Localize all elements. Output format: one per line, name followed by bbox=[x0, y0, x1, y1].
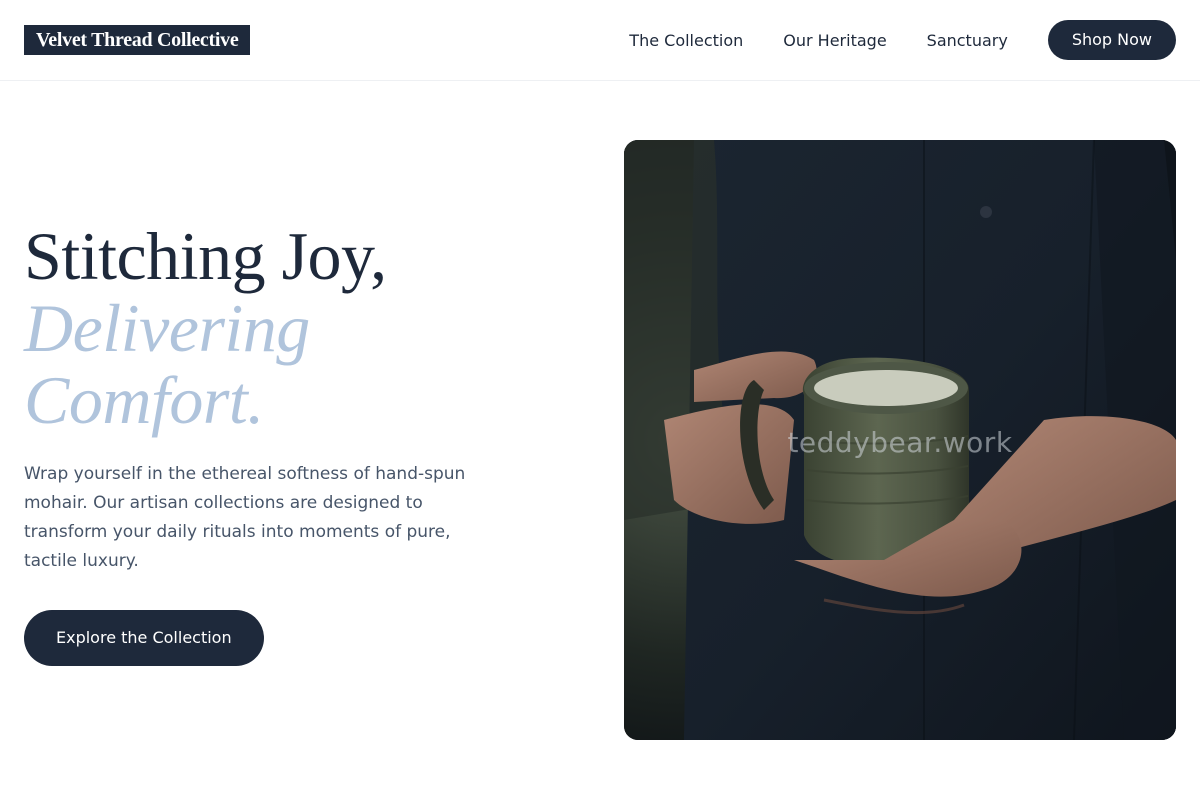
site-header: Velvet Thread Collective The Collection … bbox=[0, 0, 1200, 81]
brand-logo[interactable]: Velvet Thread Collective bbox=[24, 25, 251, 55]
hero-headline: Stitching Joy, Delivering Comfort. bbox=[24, 220, 564, 436]
main-nav: The Collection Our Heritage Sanctuary Sh… bbox=[629, 20, 1176, 60]
nav-link-our-heritage[interactable]: Our Heritage bbox=[783, 31, 886, 50]
hero-image: teddybear.work bbox=[624, 140, 1176, 740]
shop-now-button[interactable]: Shop Now bbox=[1047, 20, 1176, 60]
headline-line-2: Delivering bbox=[24, 290, 310, 366]
headline-line-3: Comfort. bbox=[24, 362, 264, 438]
image-watermark: teddybear.work bbox=[787, 426, 1013, 459]
hero-section: Stitching Joy, Delivering Comfort. Wrap … bbox=[24, 220, 564, 666]
hero-description: Wrap yourself in the ethereal softness o… bbox=[24, 464, 466, 571]
nav-link-sanctuary[interactable]: Sanctuary bbox=[927, 31, 1008, 50]
headline-line-1: Stitching Joy, bbox=[24, 218, 387, 294]
explore-collection-button[interactable]: Explore the Collection bbox=[24, 610, 264, 666]
nav-link-the-collection[interactable]: The Collection bbox=[629, 31, 743, 50]
